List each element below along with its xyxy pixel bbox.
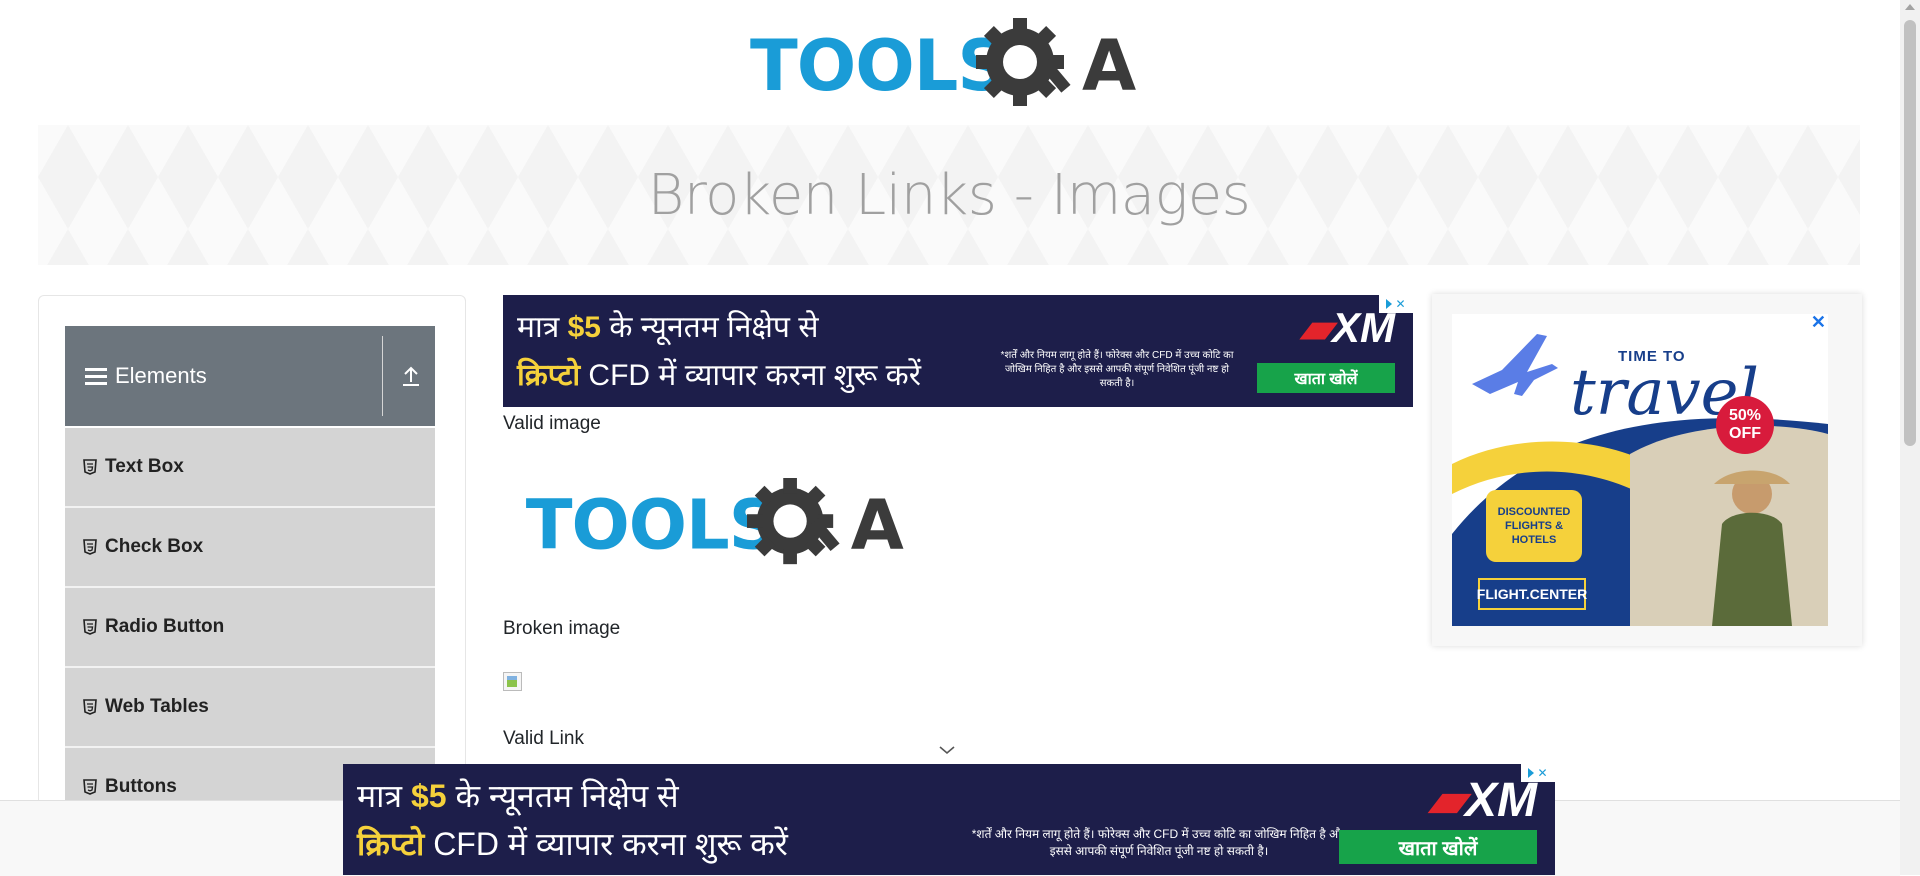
open-account-button[interactable]: खाता खोलें	[1257, 363, 1395, 393]
scrollbar-thumb[interactable]	[1904, 20, 1916, 446]
ad-disclaimer: *शर्तें और नियम लागू होते हैं। फोरेक्स औ…	[1000, 350, 1234, 389]
toolsqa-logo[interactable]: TOOLS A	[750, 18, 1155, 114]
html5-icon	[83, 699, 97, 715]
xm-ad-banner-top[interactable]: मात्र $5 के न्यूनतम निक्षेप से क्रिप्टो …	[503, 295, 1413, 407]
page-title: Broken Links - Images	[647, 162, 1251, 228]
sidebar-item-label: Text Box	[105, 456, 184, 477]
discount-badge: 50% OFF	[1716, 396, 1774, 454]
sidebar-item-label: Web Tables	[105, 696, 209, 717]
logo-text: TOOLS	[750, 25, 1007, 107]
broken-image-label: Broken image	[503, 618, 621, 639]
html5-icon	[83, 539, 97, 555]
adchoices-icon[interactable]: ✕	[1521, 764, 1555, 782]
travel-ad-image: TIME TO travel 50% OFF DISCOUNTED FLIGHT…	[1452, 314, 1828, 626]
collapse-arrow-icon[interactable]	[397, 362, 425, 390]
html5-icon	[83, 779, 97, 795]
scroll-up-arrow-icon[interactable]	[1905, 4, 1915, 10]
ad-content: मात्र $5 के न्यूनतम निक्षेप से क्रिप्टो …	[343, 764, 1555, 875]
adchoices-icon[interactable]: ✕	[1379, 295, 1413, 313]
gear-icon	[747, 478, 840, 565]
svg-text:TOOLS: TOOLS	[526, 486, 777, 566]
sidebar-item-radio-button[interactable]: Radio Button	[65, 588, 435, 668]
header-divider	[382, 336, 383, 416]
ad-line-2: क्रिप्टो CFD में व्यापार करना शुरू करें	[357, 826, 788, 862]
page-title-banner: Broken Links - Images	[38, 125, 1860, 265]
vertical-scrollbar[interactable]	[1900, 0, 1920, 875]
sidebar-item-text-box[interactable]: Text Box	[65, 428, 435, 508]
sidebar-item-web-tables[interactable]: Web Tables	[65, 668, 435, 748]
chevron-down-icon[interactable]	[937, 744, 957, 756]
travel-ad[interactable]: TIME TO travel 50% OFF DISCOUNTED FLIGHT…	[1432, 294, 1862, 646]
sidebar-item-label: Check Box	[105, 536, 204, 557]
sidebar-item-label: Radio Button	[105, 616, 225, 637]
valid-image-label: Valid image	[503, 413, 601, 434]
ad-content: मात्र $5 के न्यूनतम निक्षेप से क्रिप्टो …	[503, 295, 1413, 407]
hamburger-icon	[85, 367, 107, 385]
ad-line-1: मात्र $5 के न्यूनतम निक्षेप से	[517, 311, 819, 344]
html5-icon	[83, 619, 97, 635]
airplane-icon	[1472, 334, 1558, 396]
sidebar-item-label: Buttons	[105, 776, 177, 797]
elements-group-label: Elements	[115, 363, 207, 388]
logo-graphic: TOOLS A	[750, 18, 1136, 107]
valid-image: TOOLS A	[518, 478, 930, 572]
svg-text:A: A	[851, 486, 904, 566]
gear-icon	[976, 18, 1071, 106]
ad-line-2: क्रिप्टो CFD में व्यापार करना शुरू करें	[517, 359, 921, 392]
valid-link-label: Valid Link	[503, 728, 584, 749]
flight-center-brand: FLIGHT.CENTER	[1477, 578, 1587, 610]
sidebar-item-check-box[interactable]: Check Box	[65, 508, 435, 588]
elements-group-header[interactable]: Elements	[65, 326, 435, 426]
broken-image-placeholder	[503, 672, 522, 691]
toolsqa-logo-image: TOOLS A	[526, 478, 904, 566]
open-account-button[interactable]: खाता खोलें	[1339, 830, 1537, 864]
logo-a-letter: A	[1082, 25, 1136, 107]
close-icon[interactable]: ✕	[1811, 312, 1826, 333]
html5-icon	[83, 459, 97, 475]
ad-line-1: मात्र $5 के न्यूनतम निक्षेप से	[357, 778, 679, 814]
discounted-flights-card: DISCOUNTED FLIGHTS & HOTELS	[1486, 490, 1582, 562]
xm-ad-banner-bottom[interactable]: मात्र $5 के न्यूनतम निक्षेप से क्रिप्टो …	[343, 764, 1555, 875]
ad-disclaimer: *शर्तें और नियम लागू होते हैं। फोरेक्स औ…	[971, 827, 1347, 858]
